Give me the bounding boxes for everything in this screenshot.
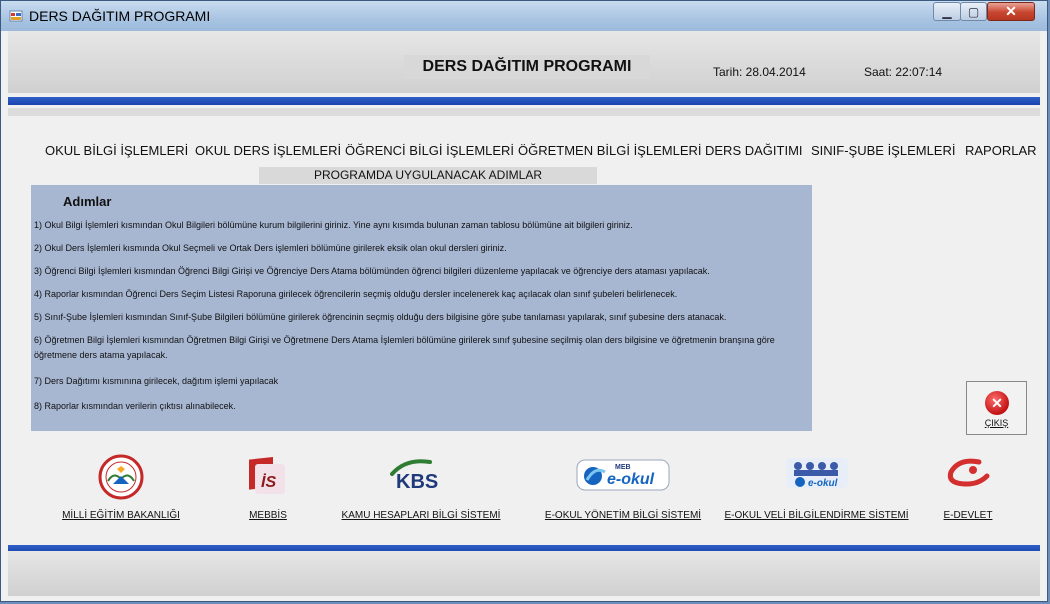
header-divider-bar xyxy=(8,97,1040,105)
step-item: 4) Raporlar kısmından Öğrenci Ders Seçim… xyxy=(34,289,678,299)
step-item: 7) Ders Dağıtımı kısmınına girilecek, da… xyxy=(34,376,279,386)
step-item: 3) Öğrenci Bilgi İşlemleri kısmından Öğr… xyxy=(34,266,710,276)
menu-item-ogrenci-bilgi[interactable]: ÖĞRENCİ BİLGİ İŞLEMLERİ xyxy=(345,143,514,158)
link-label-e-okul-vbs: E-OKUL VELİ BİLGİLENDİRME SİSTEMİ xyxy=(724,510,909,521)
e-okul-logo-icon: MEB e-okul xyxy=(576,459,670,491)
step-item: 2) Okul Ders İşlemleri kısmında Okul Seç… xyxy=(34,243,507,253)
header-band: DERS DAĞITIM PROGRAMI Tarih: 28.04.2014 … xyxy=(8,31,1040,93)
link-kbs[interactable]: KBS KAMU HESAPLARI BİLGİ SİSTEMİ xyxy=(321,454,521,524)
maximize-button[interactable]: ▢ xyxy=(960,2,987,21)
kbs-logo-icon: KBS xyxy=(390,459,438,493)
link-meb[interactable]: MİLLİ EĞİTİM BAKANLIĞI xyxy=(41,454,201,524)
e-okul-veli-logo-icon: e-okul xyxy=(785,458,848,489)
link-label-mebbis: MEBBİS xyxy=(249,510,287,521)
minimize-button[interactable]: ▁ xyxy=(933,2,961,21)
menu-item-raporlar[interactable]: RAPORLAR xyxy=(965,143,1037,158)
maximize-icon: ▢ xyxy=(967,4,980,19)
menu-item-ders-dagitimi[interactable]: DERS DAĞITIMI xyxy=(705,143,803,158)
title-bar[interactable]: DERS DAĞITIM PROGRAMI ▁ ▢ ✕ xyxy=(1,1,1047,31)
close-icon: ✕ xyxy=(1005,3,1017,19)
link-label-meb: MİLLİ EĞİTİM BAKANLIĞI xyxy=(62,510,180,521)
main-window: DERS DAĞITIM PROGRAMI ▁ ▢ ✕ DERS DAĞITIM… xyxy=(0,0,1048,602)
footer-band xyxy=(8,551,1040,596)
steps-heading: Adımlar xyxy=(63,194,112,209)
header-shadow-band xyxy=(8,108,1040,116)
e-okul-logo-text: e-okul xyxy=(607,471,655,488)
e-okul-veli-logo-text: e-okul xyxy=(808,478,838,489)
menu-item-okul-ders[interactable]: OKUL DERS İŞLEMLERİ xyxy=(195,143,341,158)
link-label-e-okul-ybs: E-OKUL YÖNETİM BİLGİ SİSTEMİ xyxy=(544,510,702,521)
link-e-okul-ybs[interactable]: MEB e-okul E-OKUL YÖNETİM BİLGİ SİSTEMİ xyxy=(532,454,714,524)
mebbis-logo-icon: İS xyxy=(249,457,285,494)
e-okul-logo-small-text: MEB xyxy=(615,464,631,471)
window-title: DERS DAĞITIM PROGRAMI xyxy=(29,8,211,24)
link-mebbis[interactable]: İS MEBBİS xyxy=(223,454,313,524)
close-circle-icon xyxy=(985,391,1009,415)
time-label: Saat: 22:07:14 xyxy=(864,65,943,79)
step-item: 5) Sınıf-Şube İşlemleri kısmından Sınıf-… xyxy=(34,312,727,322)
link-e-devlet[interactable]: E-DEVLET xyxy=(923,454,1013,524)
date-label: Tarih: 28.04.2014 xyxy=(713,65,806,79)
close-button[interactable]: ✕ xyxy=(987,2,1035,21)
menu-item-sinif-sube[interactable]: SINIF-ŞUBE İŞLEMLERİ xyxy=(811,143,955,158)
step-item: 1) Okul Bilgi İşlemleri kısmından Okul B… xyxy=(34,220,633,230)
meb-logo-icon xyxy=(98,454,144,500)
app-icon xyxy=(9,10,23,22)
program-title: DERS DAĞITIM PROGRAMI xyxy=(404,55,650,79)
exit-button-label: ÇIKIŞ xyxy=(984,418,1009,428)
e-devlet-logo-icon xyxy=(947,458,990,487)
steps-panel: Adımlar 1) Okul Bilgi İşlemleri kısmında… xyxy=(31,185,812,431)
main-menu: OKUL BİLGİ İŞLEMLERİ OKUL DERS İŞLEMLERİ… xyxy=(8,143,1040,163)
kbs-logo-text: KBS xyxy=(396,471,438,493)
menu-item-okul-bilgi[interactable]: OKUL BİLGİ İŞLEMLERİ xyxy=(45,143,188,158)
menu-item-ogretmen-bilgi[interactable]: ÖĞRETMEN BİLGİ İŞLEMLERİ xyxy=(518,143,702,158)
section-title: PROGRAMDA UYGULANACAK ADIMLAR xyxy=(259,167,597,184)
client-area: DERS DAĞITIM PROGRAMI Tarih: 28.04.2014 … xyxy=(8,31,1040,596)
minimize-icon: ▁ xyxy=(942,4,952,19)
step-item: 8) Raporlar kısmından verilerin çıktısı … xyxy=(34,401,236,411)
mebbis-logo-text: İS xyxy=(261,473,276,491)
link-e-okul-vbs[interactable]: e-okul E-OKUL VELİ BİLGİLENDİRME SİSTEMİ xyxy=(714,454,919,524)
link-label-e-devlet: E-DEVLET xyxy=(943,510,993,521)
exit-button[interactable]: ÇIKIŞ xyxy=(966,381,1027,435)
link-label-kbs: KAMU HESAPLARI BİLGİ SİSTEMİ xyxy=(341,510,501,521)
step-item: 6) Öğretmen Bilgi İşlemleri kısmından Öğ… xyxy=(34,335,775,360)
